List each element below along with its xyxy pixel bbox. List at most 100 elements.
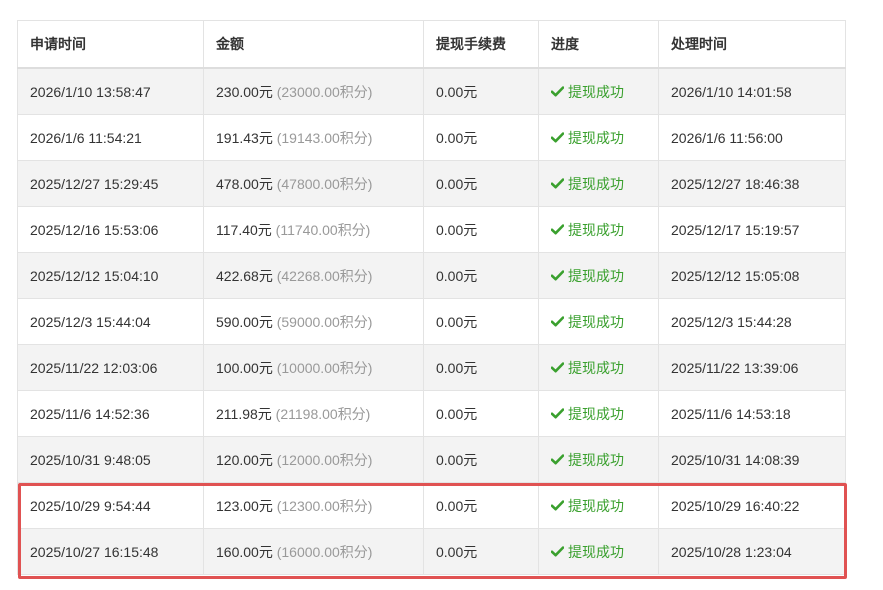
fee-cell: 0.00元	[423, 252, 539, 299]
table-row: 2025/10/27 16:15:48 160.00元 (16000.00积分)…	[17, 528, 846, 575]
table-row: 2025/10/29 9:54:44 123.00元 (12300.00积分) …	[17, 482, 846, 529]
amount-value: 120.00元	[216, 451, 273, 468]
status-label: 提现成功	[568, 83, 624, 100]
status-cell: 提现成功	[538, 252, 659, 299]
status-label: 提现成功	[568, 313, 624, 330]
process-time-cell: 2025/10/31 14:08:39	[658, 436, 846, 483]
column-header-fee: 提现手续费	[423, 20, 539, 69]
amount-value: 100.00元	[216, 359, 273, 376]
withdrawal-records: 申请时间 金额 提现手续费 进度 处理时间 2026/1/10 13:58:47…	[17, 20, 846, 575]
check-icon	[551, 546, 564, 557]
status-cell: 提现成功	[538, 528, 659, 575]
apply-time-cell: 2025/12/3 15:44:04	[17, 298, 204, 345]
status-badge: 提现成功	[551, 128, 624, 148]
amount-value: 117.40元	[216, 221, 272, 238]
status-label: 提现成功	[568, 451, 624, 468]
status-label: 提现成功	[568, 405, 624, 422]
fee-cell: 0.00元	[423, 114, 539, 161]
process-time-cell: 2025/11/6 14:53:18	[658, 390, 846, 437]
status-cell: 提现成功	[538, 160, 659, 207]
table-row: 2026/1/10 13:58:47 230.00元 (23000.00积分) …	[17, 67, 846, 115]
apply-time-cell: 2025/10/31 9:48:05	[17, 436, 204, 483]
table-row: 2025/11/6 14:52:36 211.98元 (21198.00积分) …	[17, 390, 846, 437]
status-cell: 提现成功	[538, 114, 659, 161]
check-icon	[551, 316, 564, 327]
amount-value: 422.68元	[216, 267, 273, 284]
table-header-row: 申请时间 金额 提现手续费 进度 处理时间	[17, 20, 846, 69]
column-header-amount: 金额	[203, 20, 424, 69]
check-icon	[551, 500, 564, 511]
amount-cell: 160.00元 (16000.00积分)	[203, 528, 424, 575]
points-value: (47800.00积分)	[276, 175, 373, 192]
withdrawal-table: 申请时间 金额 提现手续费 进度 处理时间 2026/1/10 13:58:47…	[17, 20, 846, 575]
fee-cell: 0.00元	[423, 206, 539, 253]
apply-time-cell: 2026/1/6 11:54:21	[17, 114, 204, 161]
apply-time-cell: 2025/10/27 16:15:48	[17, 528, 204, 575]
amount-value: 123.00元	[216, 497, 273, 514]
check-icon	[551, 408, 564, 419]
amount-value: 230.00元	[216, 83, 273, 100]
fee-cell: 0.00元	[423, 482, 539, 529]
apply-time-cell: 2025/10/29 9:54:44	[17, 482, 204, 529]
status-label: 提现成功	[568, 129, 624, 146]
check-icon	[551, 454, 564, 465]
status-label: 提现成功	[568, 497, 624, 514]
amount-value: 590.00元	[216, 313, 273, 330]
status-label: 提现成功	[568, 267, 624, 284]
status-badge: 提现成功	[551, 358, 624, 378]
status-cell: 提现成功	[538, 206, 659, 253]
process-time-cell: 2026/1/6 11:56:00	[658, 114, 846, 161]
process-time-cell: 2025/12/17 15:19:57	[658, 206, 846, 253]
process-time-cell: 2025/12/3 15:44:28	[658, 298, 846, 345]
points-value: (11740.00积分)	[275, 221, 371, 238]
apply-time-cell: 2025/12/12 15:04:10	[17, 252, 204, 299]
status-badge: 提现成功	[551, 82, 624, 102]
status-badge: 提现成功	[551, 174, 624, 194]
status-cell: 提现成功	[538, 298, 659, 345]
fee-cell: 0.00元	[423, 436, 539, 483]
check-icon	[551, 86, 564, 97]
amount-cell: 211.98元 (21198.00积分)	[203, 390, 424, 437]
fee-cell: 0.00元	[423, 160, 539, 207]
process-time-cell: 2026/1/10 14:01:58	[658, 67, 846, 115]
table-row: 2025/10/31 9:48:05 120.00元 (12000.00积分) …	[17, 436, 846, 483]
status-badge: 提现成功	[551, 450, 624, 470]
fee-cell: 0.00元	[423, 67, 539, 115]
fee-cell: 0.00元	[423, 298, 539, 345]
status-badge: 提现成功	[551, 404, 624, 424]
fee-cell: 0.00元	[423, 390, 539, 437]
amount-cell: 100.00元 (10000.00积分)	[203, 344, 424, 391]
status-badge: 提现成功	[551, 220, 624, 240]
amount-value: 478.00元	[216, 175, 273, 192]
status-cell: 提现成功	[538, 344, 659, 391]
table-row: 2025/12/12 15:04:10 422.68元 (42268.00积分)…	[17, 252, 846, 299]
status-cell: 提现成功	[538, 67, 659, 115]
table-row: 2025/11/22 12:03:06 100.00元 (10000.00积分)…	[17, 344, 846, 391]
status-cell: 提现成功	[538, 482, 659, 529]
process-time-cell: 2025/12/27 18:46:38	[658, 160, 846, 207]
points-value: (12300.00积分)	[276, 497, 373, 514]
table-row: 2025/12/16 15:53:06 117.40元 (11740.00积分)…	[17, 206, 846, 253]
process-time-cell: 2025/10/29 16:40:22	[658, 482, 846, 529]
status-label: 提现成功	[568, 543, 624, 560]
status-badge: 提现成功	[551, 312, 624, 332]
points-value: (21198.00积分)	[275, 405, 371, 422]
column-header-status: 进度	[538, 20, 659, 69]
fee-cell: 0.00元	[423, 528, 539, 575]
amount-value: 211.98元	[216, 405, 272, 422]
amount-cell: 123.00元 (12300.00积分)	[203, 482, 424, 529]
status-badge: 提现成功	[551, 496, 624, 516]
apply-time-cell: 2026/1/10 13:58:47	[17, 67, 204, 115]
apply-time-cell: 2025/12/27 15:29:45	[17, 160, 204, 207]
amount-value: 191.43元	[216, 129, 273, 146]
amount-cell: 120.00元 (12000.00积分)	[203, 436, 424, 483]
points-value: (12000.00积分)	[276, 451, 373, 468]
check-icon	[551, 178, 564, 189]
table-row: 2025/12/3 15:44:04 590.00元 (59000.00积分) …	[17, 298, 846, 345]
amount-cell: 422.68元 (42268.00积分)	[203, 252, 424, 299]
points-value: (23000.00积分)	[276, 83, 373, 100]
status-label: 提现成功	[568, 221, 624, 238]
points-value: (19143.00积分)	[276, 129, 373, 146]
points-value: (59000.00积分)	[276, 313, 373, 330]
amount-cell: 230.00元 (23000.00积分)	[203, 67, 424, 115]
